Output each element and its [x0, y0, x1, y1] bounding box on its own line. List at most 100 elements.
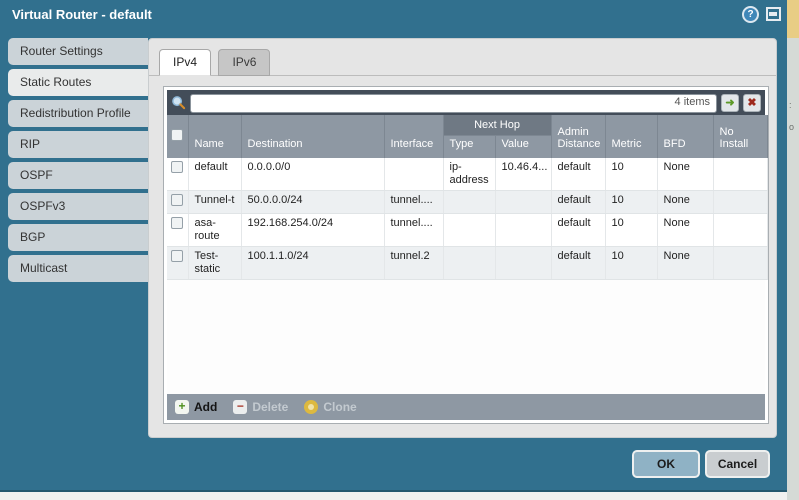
cell-bfd: None — [657, 214, 713, 247]
cell-bfd: None — [657, 247, 713, 280]
clone-button[interactable]: Clone — [304, 400, 356, 414]
cell-admin-distance: default — [551, 247, 605, 280]
arrow-right-icon: ➜ — [725, 97, 734, 109]
add-button[interactable]: + Add — [175, 400, 217, 414]
cell-name: default — [188, 158, 241, 191]
table-row[interactable]: Test-static 100.1.1.0/24 tunnel.2 defaul… — [167, 247, 767, 280]
dialog-title-bar: Virtual Router - default ? — [0, 0, 787, 30]
plus-icon: + — [175, 400, 189, 414]
cell-type: ip-address — [443, 158, 495, 191]
row-checkbox[interactable] — [171, 194, 183, 206]
column-header-name[interactable]: Name — [188, 115, 241, 158]
table-row[interactable]: asa-route 192.168.254.0/24 tunnel.... de… — [167, 214, 767, 247]
header-group-row: Name Destination Interface Next Hop Admi… — [167, 115, 767, 136]
add-button-label: Add — [194, 400, 217, 414]
row-checkbox[interactable] — [171, 217, 183, 229]
cell-interface: tunnel.... — [384, 191, 443, 214]
sidebar-item-multicast[interactable]: Multicast — [8, 255, 148, 282]
background-page-strip: : o — [787, 0, 799, 500]
clone-button-label: Clone — [323, 400, 356, 414]
delete-button-label: Delete — [252, 400, 288, 414]
background-text-fragment: o — [789, 122, 794, 132]
dialog-title: Virtual Router - default — [12, 0, 152, 30]
clear-filter-button[interactable]: ✖ — [743, 94, 761, 112]
cell-value — [495, 247, 551, 280]
column-header-no-install[interactable]: No Install — [713, 115, 767, 158]
cell-type — [443, 191, 495, 214]
column-header-bfd[interactable]: BFD — [657, 115, 713, 158]
cell-admin-distance: default — [551, 191, 605, 214]
row-checkbox[interactable] — [171, 161, 183, 173]
cell-interface — [384, 158, 443, 191]
cell-type — [443, 214, 495, 247]
table-row[interactable]: Tunnel-t 50.0.0.0/24 tunnel.... default … — [167, 191, 767, 214]
search-icon — [171, 95, 186, 110]
tab-ipv4[interactable]: IPv4 — [159, 49, 211, 76]
sidebar-item-ospfv3[interactable]: OSPFv3 — [8, 193, 148, 220]
ip-version-tab-strip: IPv4 IPv6 — [149, 39, 776, 76]
cancel-button[interactable]: Cancel — [705, 450, 770, 478]
cell-value — [495, 191, 551, 214]
row-checkbox[interactable] — [171, 250, 183, 262]
virtual-router-dialog: Virtual Router - default ? Router Settin… — [0, 0, 787, 492]
sidebar-item-redistribution-profile[interactable]: Redistribution Profile — [8, 100, 148, 127]
cell-destination: 192.168.254.0/24 — [241, 214, 384, 247]
apply-filter-button[interactable]: ➜ — [721, 94, 739, 112]
cell-name: Test-static — [188, 247, 241, 280]
search-input-wrap: 4 items — [190, 93, 717, 112]
cell-value: 10.46.4... — [495, 158, 551, 191]
delete-button[interactable]: − Delete — [233, 400, 288, 414]
cell-no-install — [713, 214, 767, 247]
cell-destination: 100.1.1.0/24 — [241, 247, 384, 280]
tab-ipv6[interactable]: IPv6 — [218, 49, 270, 76]
column-group-next-hop: Next Hop — [443, 115, 551, 136]
cell-metric: 10 — [605, 191, 657, 214]
screen: : o Virtual Router - default ? Router Se… — [0, 0, 799, 500]
static-routes-table: Name Destination Interface Next Hop Admi… — [167, 115, 768, 280]
cell-admin-distance: default — [551, 158, 605, 191]
grid-toolbar: + Add − Delete Clone — [167, 394, 765, 420]
cell-bfd: None — [657, 158, 713, 191]
clear-x-icon: ✖ — [747, 97, 756, 109]
background-text-fragment: : — [789, 100, 792, 110]
cell-interface: tunnel.... — [384, 214, 443, 247]
column-header-interface[interactable]: Interface — [384, 115, 443, 158]
cell-name: Tunnel-t — [188, 191, 241, 214]
cell-admin-distance: default — [551, 214, 605, 247]
sidebar-item-ospf[interactable]: OSPF — [8, 162, 148, 189]
sidebar-item-bgp[interactable]: BGP — [8, 224, 148, 251]
cell-value — [495, 214, 551, 247]
cell-metric: 10 — [605, 158, 657, 191]
help-icon[interactable]: ? — [742, 6, 759, 23]
cell-no-install — [713, 247, 767, 280]
column-header-destination[interactable]: Destination — [241, 115, 384, 158]
header-checkbox-cell — [167, 115, 188, 158]
cell-no-install — [713, 158, 767, 191]
static-routes-panel: IPv4 IPv6 4 items ➜ ✖ — [148, 38, 777, 438]
sidebar-item-router-settings[interactable]: Router Settings — [8, 38, 148, 65]
select-all-checkbox[interactable] — [171, 129, 183, 141]
background-banner — [787, 0, 799, 38]
minimize-icon[interactable] — [766, 7, 781, 21]
table-row[interactable]: default 0.0.0.0/0 ip-address 10.46.4... … — [167, 158, 767, 191]
routes-grid-container: 4 items ➜ ✖ Name — [163, 86, 769, 424]
cell-name: asa-route — [188, 214, 241, 247]
column-header-metric[interactable]: Metric — [605, 115, 657, 158]
column-header-admin-distance[interactable]: Admin Distance — [551, 115, 605, 158]
cell-destination: 50.0.0.0/24 — [241, 191, 384, 214]
column-header-type[interactable]: Type — [443, 136, 495, 159]
cell-type — [443, 247, 495, 280]
ok-button[interactable]: OK — [632, 450, 700, 478]
minus-icon: − — [233, 400, 247, 414]
table-empty-area — [167, 280, 765, 394]
clone-icon — [304, 400, 318, 414]
column-header-value[interactable]: Value — [495, 136, 551, 159]
cell-no-install — [713, 191, 767, 214]
cell-metric: 10 — [605, 247, 657, 280]
search-bar: 4 items ➜ ✖ — [167, 90, 765, 115]
cell-destination: 0.0.0.0/0 — [241, 158, 384, 191]
sidebar-item-static-routes[interactable]: Static Routes — [8, 69, 148, 96]
search-input[interactable] — [190, 94, 717, 113]
sidebar-item-rip[interactable]: RIP — [8, 131, 148, 158]
cell-metric: 10 — [605, 214, 657, 247]
